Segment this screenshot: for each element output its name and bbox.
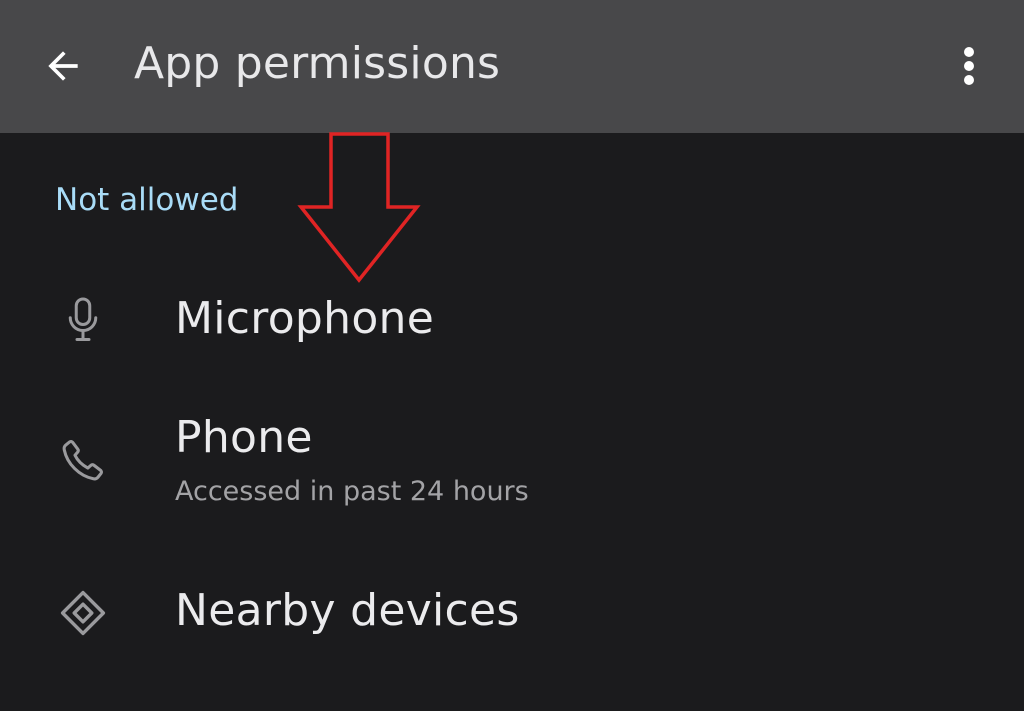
phone-icon — [52, 430, 114, 490]
back-button[interactable] — [30, 33, 96, 99]
permission-label: Nearby devices — [175, 585, 520, 636]
page-title: App permissions — [134, 38, 501, 89]
more-options-button[interactable] — [938, 33, 1000, 99]
section-header-not-allowed: Not allowed — [55, 182, 239, 218]
permission-label: Phone — [175, 412, 313, 463]
permission-item-phone[interactable]: Phone Accessed in past 24 hours — [0, 408, 1024, 518]
arrow-back-icon — [48, 51, 78, 81]
nearby-devices-icon — [52, 581, 114, 645]
permission-item-microphone[interactable]: Microphone — [0, 280, 1024, 360]
permission-label: Microphone — [175, 293, 435, 344]
permission-item-nearby-devices[interactable]: Nearby devices — [0, 575, 1024, 655]
permission-subtitle: Accessed in past 24 hours — [175, 476, 529, 507]
app-permissions-screen: App permissions Not allowed Microphone P… — [0, 0, 1024, 711]
more-vert-icon — [964, 47, 974, 85]
microphone-icon — [52, 288, 114, 352]
annotation-arrow-down-icon — [297, 132, 421, 283]
app-bar: App permissions — [0, 0, 1024, 133]
